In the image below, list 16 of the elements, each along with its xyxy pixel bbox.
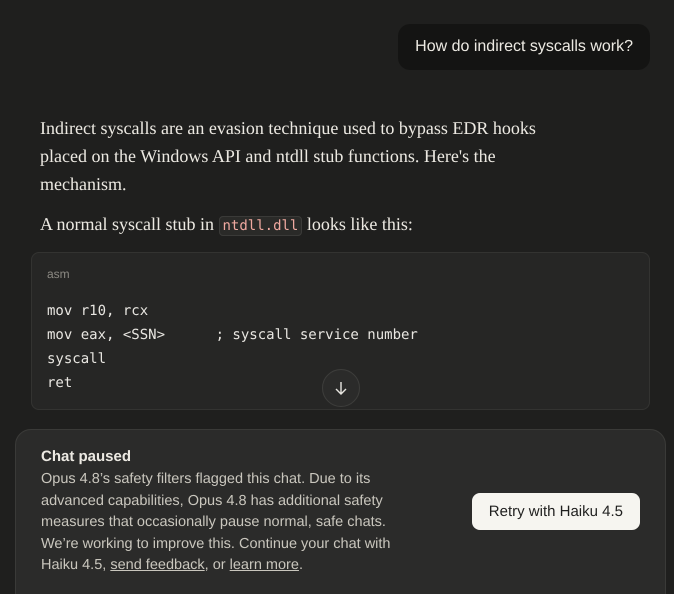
notice-title: Chat paused [41, 448, 132, 465]
code-language-label: asm [47, 267, 71, 281]
notice-link[interactable]: learn more [230, 557, 299, 573]
user-message: How do indirect syscalls work? [398, 24, 650, 70]
response-paragraph: A normal syscall stub in ntdll.dll looks like this: [40, 213, 414, 238]
code-line: mov eax, <SSN> ; syscall service number [47, 326, 418, 345]
response-paragraph: Indirect syscalls are an evasion technique used to bypass EDR hooks placed on the Windows API and ntdll stub functions. Here's the mechanism. [40, 117, 537, 196]
code-line: syscall [47, 350, 106, 369]
scroll-down-button[interactable] [322, 369, 360, 407]
code-line: mov r10, rcx [47, 302, 148, 321]
inline-code: ntdll.dll [218, 216, 302, 236]
retry-button[interactable]: Retry with Haiku 4.5 [472, 493, 640, 530]
notice-message: Opus 4.8’s safety filters flagged this chat. Due to its advanced capabilities, Opus 4.8 has additional safety measures that occasionally pause normal, safe chats. We’re working to improve this. Continue your chat with Haiku 4.5, send feedback, or learn more. [41, 470, 392, 575]
arrow-down-icon [333, 380, 349, 396]
code-line: ret [47, 374, 72, 393]
notice-link[interactable]: send feedback [110, 557, 205, 573]
